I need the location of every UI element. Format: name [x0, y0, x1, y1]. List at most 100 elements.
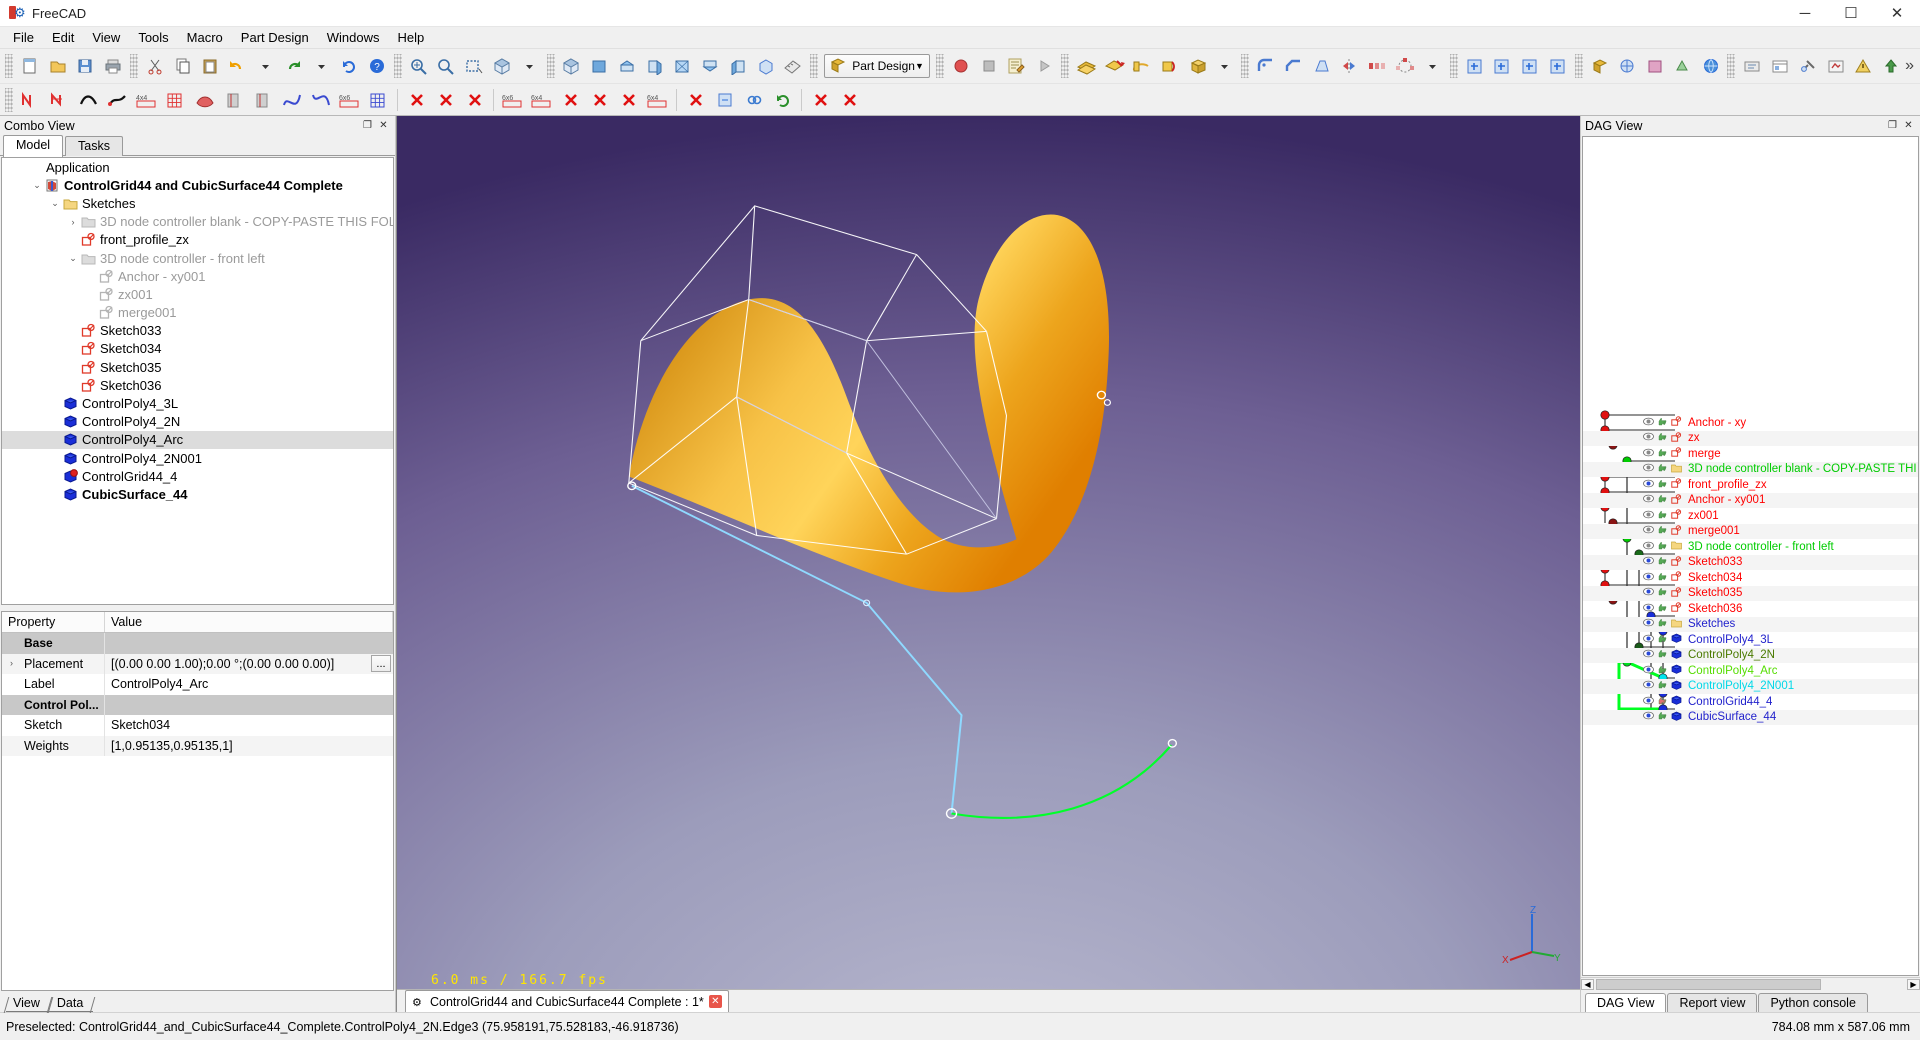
right-view-button[interactable]	[641, 53, 669, 80]
std-view-1-button[interactable]	[1461, 53, 1489, 80]
save-document-button[interactable]	[72, 53, 100, 80]
tree-item-sketch036[interactable]: Sketch036	[2, 376, 393, 394]
toolbar-grip[interactable]	[1241, 54, 1250, 78]
eye-grey-icon[interactable]	[1643, 448, 1654, 460]
tool-1-button[interactable]	[1738, 53, 1766, 80]
tree-item-controlpoly4-2n001[interactable]: ControlPoly4_2N001	[2, 449, 393, 467]
tree-item-3d-node-controller-front-left[interactable]: ⌄ 3D node controller - front left	[2, 249, 393, 267]
sketch-zigzag-2-button[interactable]	[45, 86, 74, 113]
touch-green-icon[interactable]	[1657, 525, 1668, 537]
toolbar-grip[interactable]	[393, 54, 402, 78]
delete-7-button[interactable]	[681, 86, 710, 113]
eye-grey-icon[interactable]	[1643, 510, 1654, 522]
menu-item-windows[interactable]: Windows	[318, 28, 389, 47]
std-view-4-button[interactable]	[1544, 53, 1572, 80]
tree-item-front-profile-zx[interactable]: front_profile_zx	[2, 231, 393, 249]
minimize-button[interactable]: ─	[1782, 0, 1828, 27]
tool-2-button[interactable]	[1766, 53, 1794, 80]
float-icon[interactable]: ❐	[361, 119, 374, 132]
delete-9-button[interactable]	[835, 86, 864, 113]
dag-row-controlpoly4-2n001[interactable]: ControlPoly4_2N001	[1583, 678, 1918, 694]
touch-green-icon[interactable]	[1657, 510, 1668, 522]
tab-model[interactable]: Model	[3, 135, 64, 157]
pattern-dropdown-button[interactable]	[1419, 53, 1447, 80]
tree-item-cubicsurface-44[interactable]: CubicSurface_44	[2, 485, 393, 503]
property-value[interactable]: Sketch034	[105, 715, 393, 736]
scroll-track[interactable]	[1594, 978, 1907, 990]
rear-view-button[interactable]	[669, 53, 697, 80]
close-icon[interactable]: ✕	[1902, 119, 1915, 132]
delete-5-button[interactable]	[585, 86, 614, 113]
touch-green-icon[interactable]	[1657, 634, 1668, 646]
delete-1-button[interactable]	[402, 86, 431, 113]
tree-item-controlpoly4-arc[interactable]: ControlPoly4_Arc	[2, 430, 393, 449]
touch-green-icon[interactable]	[1657, 618, 1668, 630]
touch-green-icon[interactable]	[1657, 665, 1668, 677]
dag-row-merge[interactable]: merge	[1583, 446, 1918, 462]
fillet-button[interactable]	[1252, 53, 1280, 80]
close-icon[interactable]: ✕	[377, 119, 390, 132]
property-value[interactable]: ControlPoly4_Arc	[105, 674, 393, 695]
new-document-button[interactable]	[16, 53, 44, 80]
dag-row-zx001[interactable]: zx001	[1583, 508, 1918, 524]
bottom-tab-view[interactable]: View	[6, 995, 50, 1012]
property-editor[interactable]: Property Value Base › Placement [(0.00 0.00…	[1, 611, 394, 991]
dag-row-controlgrid44-4[interactable]: ControlGrid44_4	[1583, 694, 1918, 710]
dag-tab-python-console[interactable]: Python console	[1758, 993, 1868, 1012]
menu-item-macro[interactable]: Macro	[178, 28, 232, 47]
polar-pattern-button[interactable]	[1391, 53, 1419, 80]
surface-grey-1-button[interactable]	[219, 86, 248, 113]
menu-item-file[interactable]: File	[4, 28, 43, 47]
sketch-link-button[interactable]	[739, 86, 768, 113]
eye-blue-icon[interactable]	[1643, 680, 1654, 692]
tree-item-zx001[interactable]: zx001	[2, 285, 393, 303]
3d-viewport[interactable]: 6.0 ms / 166.7 fps Z X Y ⚙ ControlGrid44…	[396, 116, 1580, 1012]
measure-button[interactable]	[780, 53, 808, 80]
menu-item-view[interactable]: View	[83, 28, 129, 47]
chevron-down-icon[interactable]: ⌄	[48, 198, 62, 209]
tree-item-anchor-xy001[interactable]: Anchor - xy001	[2, 267, 393, 285]
dag-row-anchor-xy001[interactable]: Anchor - xy001	[1583, 492, 1918, 508]
eye-blue-icon[interactable]	[1643, 665, 1654, 677]
touch-green-icon[interactable]	[1657, 541, 1668, 553]
tree-item-application[interactable]: Application	[2, 158, 393, 176]
close-icon[interactable]: ✕	[708, 995, 722, 1008]
bezier-2-button[interactable]	[306, 86, 335, 113]
macro-record-button[interactable]	[947, 53, 975, 80]
groove-button[interactable]	[1155, 53, 1183, 80]
eye-grey-icon[interactable]	[1643, 525, 1654, 537]
toolbar-grip[interactable]	[1060, 54, 1069, 78]
menu-item-part-design[interactable]: Part Design	[232, 28, 318, 47]
eye-blue-icon[interactable]	[1643, 618, 1654, 630]
menu-item-help[interactable]: Help	[388, 28, 433, 47]
close-button[interactable]: ✕	[1874, 0, 1920, 27]
workbench-selector[interactable]: Part Design ▼	[824, 54, 930, 78]
toolbar-grip[interactable]	[810, 54, 819, 78]
sketch-zigzag-1-button[interactable]	[16, 86, 45, 113]
primitive-dropdown-button[interactable]	[1211, 53, 1239, 80]
eye-grey-icon[interactable]	[1643, 494, 1654, 506]
tree-item-controlgrid44-4[interactable]: ControlGrid44_4	[2, 467, 393, 485]
tree-item-merge001[interactable]: merge001	[2, 304, 393, 322]
touch-green-icon[interactable]	[1657, 603, 1668, 615]
touch-green-icon[interactable]	[1657, 556, 1668, 568]
toolbar-grip[interactable]	[130, 54, 138, 78]
sketch-curve-2-button[interactable]	[103, 86, 132, 113]
grid-6x4-b-button[interactable]: 6x4	[643, 86, 672, 113]
pad-button[interactable]	[1072, 53, 1100, 80]
revolve-button[interactable]	[1127, 53, 1155, 80]
dag-row-merge001[interactable]: merge001	[1583, 523, 1918, 539]
touch-green-icon[interactable]	[1657, 587, 1668, 599]
sketch-curve-1-button[interactable]	[74, 86, 103, 113]
delete-6-button[interactable]	[614, 86, 643, 113]
paste-button[interactable]	[197, 53, 225, 80]
eye-blue-icon[interactable]	[1643, 696, 1654, 708]
dag-row-controlpoly4-arc[interactable]: ControlPoly4_Arc	[1583, 663, 1918, 679]
model-tree[interactable]: Application ⌄ ControlGrid44 and CubicSurfa…	[1, 157, 394, 605]
tree-item-sketches[interactable]: ⌄ Sketches	[2, 194, 393, 212]
undo-button[interactable]	[224, 53, 252, 80]
mirror-button[interactable]	[1336, 53, 1364, 80]
copy-button[interactable]	[169, 53, 197, 80]
sketch-refresh-button[interactable]	[768, 86, 797, 113]
dag-row-sketch035[interactable]: Sketch035	[1583, 585, 1918, 601]
